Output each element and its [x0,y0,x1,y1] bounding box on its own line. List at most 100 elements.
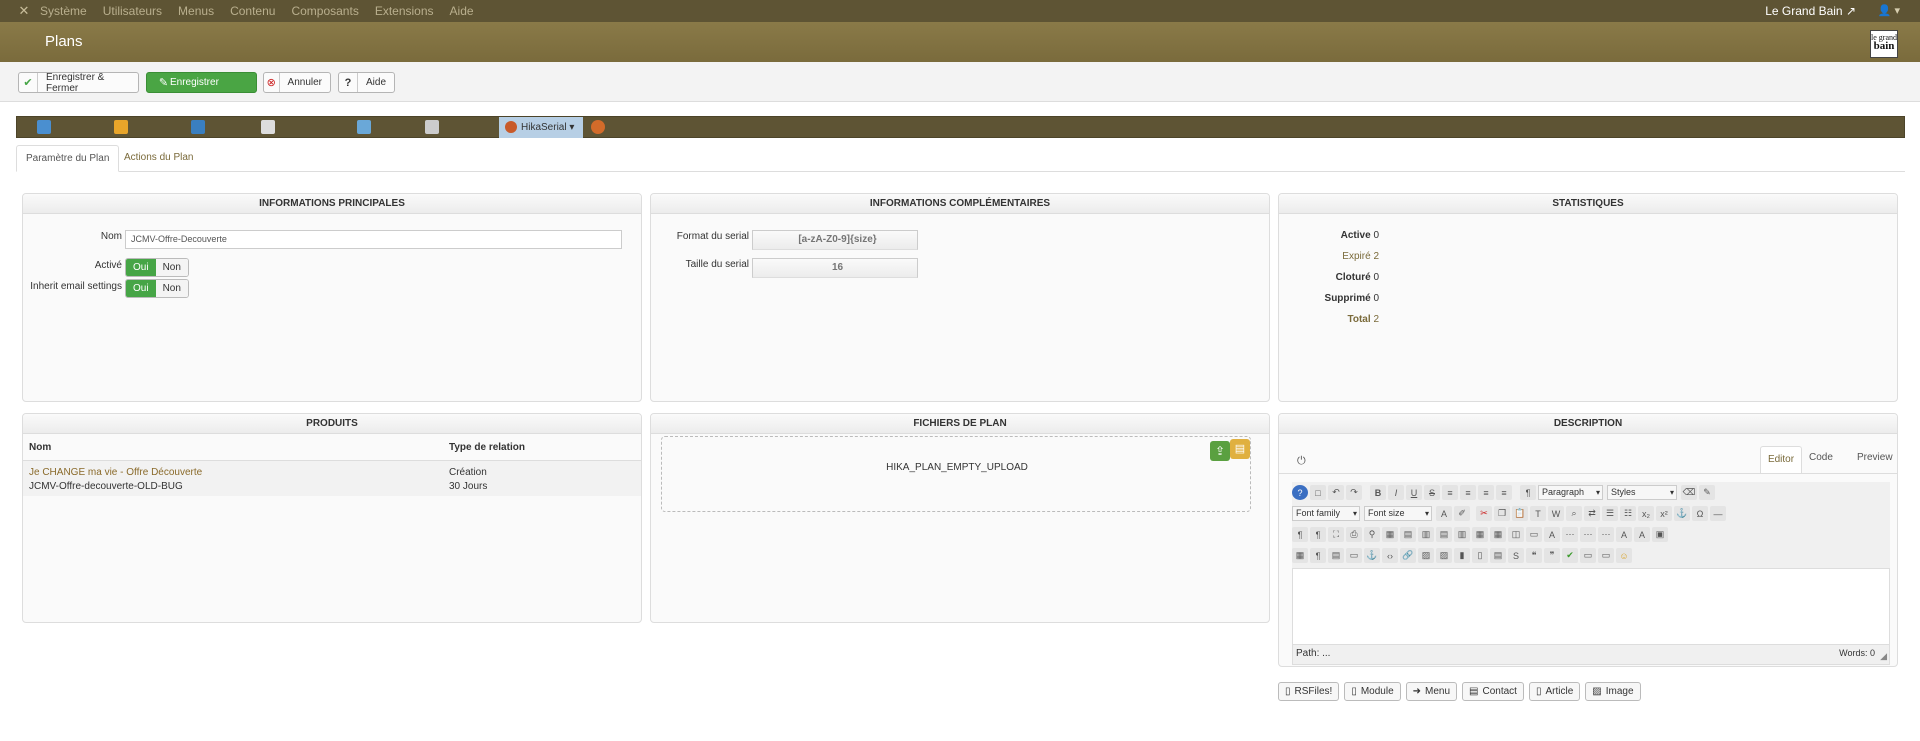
power-icon[interactable]: ⏻ [1297,455,1306,468]
replace-icon[interactable]: ⇄ [1584,506,1600,521]
tab-code[interactable]: Code [1809,452,1833,463]
grid-icon[interactable]: ▦ [1292,548,1308,563]
save-close-button[interactable]: ✔ Enregistrer & Fermer [18,72,139,94]
pilcrow-icon[interactable]: ¶ [1310,548,1326,563]
resize-handle-icon[interactable]: ◢ [1880,651,1887,662]
active-no[interactable]: Non [155,259,188,276]
font-family-select[interactable]: Font family [1292,506,1360,521]
horizontal-rule-icon[interactable]: — [1710,506,1726,521]
joomla-icon[interactable]: ✕ [17,4,31,18]
format-icon[interactable]: ¶ [1520,485,1536,500]
paste-icon[interactable]: 📋 [1512,506,1528,521]
editor-content-area[interactable] [1292,568,1890,645]
quote-icon[interactable]: ❞ [1544,548,1560,563]
anchor-icon[interactable]: ⚓ [1674,506,1690,521]
align-justify-icon[interactable]: ≡ [1442,485,1458,500]
file-icon[interactable]: ▯ [1472,548,1488,563]
module-button[interactable]: ▯ Module [1344,682,1401,701]
paste-word-icon[interactable]: W [1548,506,1564,521]
inherit-email-toggle[interactable]: Oui Non [125,279,189,298]
print-icon[interactable]: ⎙ [1346,527,1362,542]
cell-props-icon[interactable]: ▥ [1418,527,1434,542]
save-button[interactable]: ✎ Enregistrer [146,72,257,93]
highlight-icon[interactable]: ✐ [1454,506,1470,521]
menu-button[interactable]: ➜ Menu [1405,682,1458,701]
superscript-icon[interactable]: x² [1656,506,1672,521]
delete-col-icon[interactable]: ▦ [1490,527,1506,542]
active-yes[interactable]: Oui [126,259,156,276]
text-color-icon[interactable]: A [1436,506,1452,521]
split-cell-icon[interactable]: ◫ [1508,527,1524,542]
insert-row-icon[interactable]: ▤ [1436,527,1452,542]
menu-item-aide[interactable]: Aide [450,0,474,22]
iframe-icon[interactable]: ▭ [1580,548,1596,563]
menu-item-contenu[interactable]: Contenu [230,0,275,22]
video-icon[interactable]: ▮ [1454,548,1470,563]
del-icon[interactable]: A [1616,527,1632,542]
user-icon[interactable]: 👤 ▾ [1878,0,1900,22]
font-size-select[interactable]: Font size [1364,506,1432,521]
style-icon[interactable]: S [1508,548,1524,563]
code-icon[interactable]: ‹› [1382,548,1398,563]
users-icon[interactable] [191,120,205,134]
template-icon[interactable]: ▤ [1328,548,1344,563]
redo-icon[interactable]: ↷ [1346,485,1362,500]
help-button[interactable]: ? Aide [338,72,395,93]
delete-row-icon[interactable]: ▥ [1454,527,1470,542]
menu-item-utilisateurs[interactable]: Utilisateurs [103,0,162,22]
serial-size-input[interactable] [752,258,918,278]
new-document-icon[interactable]: □ [1310,485,1326,500]
spellcheck-icon[interactable]: A [1544,527,1560,542]
menu-item-systeme[interactable]: Système [40,0,87,22]
cite-icon[interactable]: ⋯ [1598,527,1614,542]
upload-dropzone[interactable]: HIKA_PLAN_EMPTY_UPLOAD ⇪ ▤ [661,436,1251,512]
image-insert-icon[interactable]: ▨ [1418,548,1434,563]
stat-total[interactable]: Total 2 [1279,314,1380,325]
cut-icon[interactable]: ✂ [1476,506,1492,521]
active-toggle[interactable]: Oui Non [125,258,189,277]
help-circle-icon[interactable] [591,120,605,134]
cite-insert-icon[interactable]: ❝ [1526,548,1542,563]
insert-col-icon[interactable]: ▦ [1472,527,1488,542]
fullscreen-icon[interactable]: ⛶ [1328,527,1344,542]
name-field[interactable]: JCMV-Offre-Decouverte [125,230,622,249]
inherit-yes[interactable]: Oui [126,280,156,297]
stat-expired[interactable]: Expiré 2 [1279,251,1379,262]
bold-icon[interactable]: B [1370,485,1386,500]
menu-item-menus[interactable]: Menus [178,0,214,22]
product-link[interactable]: Je CHANGE ma vie - Offre Découverte [29,467,202,478]
copy-icon[interactable]: ❐ [1494,506,1510,521]
inherit-no[interactable]: Non [155,280,188,297]
serial-format-input[interactable] [752,230,918,250]
ordered-list-icon[interactable]: ☰ [1602,506,1618,521]
folder-icon[interactable] [114,120,128,134]
rsfiles-button[interactable]: ▯ RSFiles! [1278,682,1340,701]
image-button[interactable]: ▨ Image [1585,682,1641,701]
styles-select[interactable]: Styles [1607,485,1677,500]
tools-icon[interactable] [37,120,51,134]
media-icon[interactable]: ▨ [1436,548,1452,563]
paint-icon[interactable]: ✎ [1699,485,1715,500]
paste-text-icon[interactable]: T [1530,506,1546,521]
contact-button[interactable]: ▤ Contact [1462,682,1524,701]
align-right-icon[interactable]: ≡ [1496,485,1512,500]
tab-plan-actions[interactable]: Actions du Plan [115,145,203,172]
help-icon[interactable]: ? [1292,485,1308,500]
article-button[interactable]: ▯ Article [1528,682,1581,701]
align-center-icon[interactable]: ≡ [1460,485,1476,500]
smiley-icon[interactable]: ☺ [1616,548,1632,563]
subscript-icon[interactable]: x₂ [1638,506,1654,521]
form-icon[interactable]: ▭ [1598,548,1614,563]
checkmark-icon[interactable]: ✔ [1562,548,1578,563]
document-icon[interactable] [261,120,275,134]
paragraph-select[interactable]: Paragraph [1538,485,1603,500]
italic-icon[interactable]: I [1388,485,1404,500]
underline-icon[interactable]: U [1406,485,1422,500]
tab-plan-parameters[interactable]: Paramètre du Plan [16,145,120,172]
gallery-icon[interactable]: ▤ [1230,439,1250,459]
table-icon[interactable]: ▦ [1382,527,1398,542]
search-icon[interactable]: ⌕ [1566,506,1582,521]
undo-icon[interactable]: ↶ [1328,485,1344,500]
rtl-icon[interactable]: ¶ [1310,527,1326,542]
pagebreak-icon[interactable]: ▭ [1346,548,1362,563]
